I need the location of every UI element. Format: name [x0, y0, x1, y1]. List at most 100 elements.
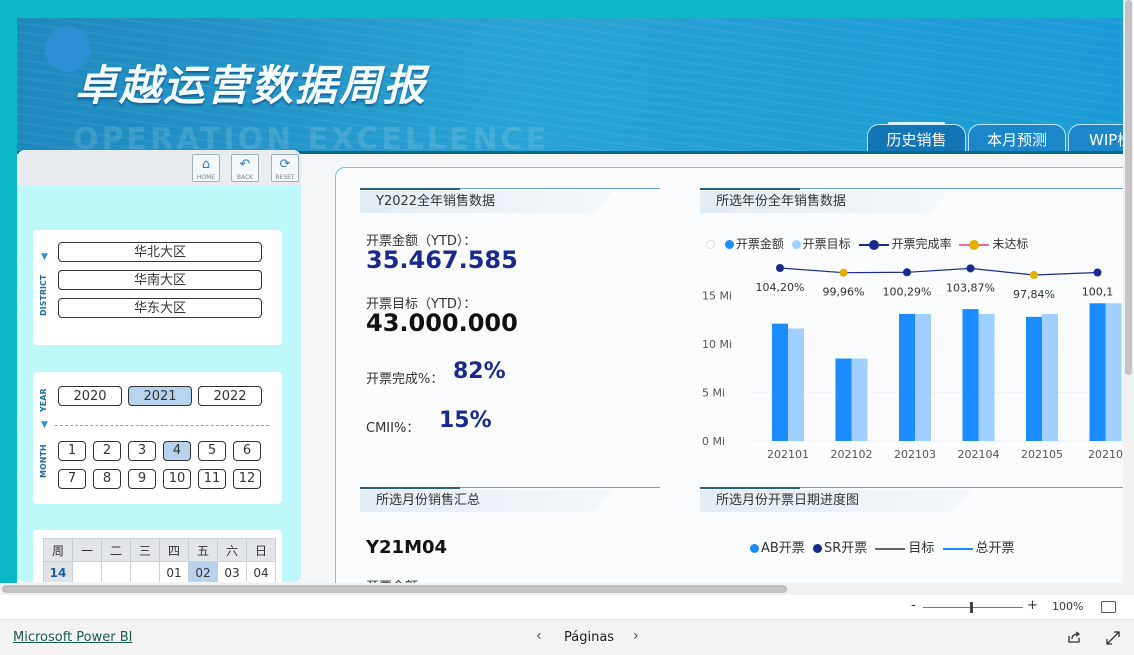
horizontal-scrollbar[interactable] [0, 583, 1134, 595]
legend-item[interactable] [706, 237, 717, 251]
district-option[interactable]: 华南大区 [58, 270, 262, 290]
annual-chart-legend: 开票金额 开票目标 开票完成率 未达标 [706, 235, 1032, 252]
zoom-slider-track[interactable] [923, 607, 1023, 608]
bar-invoice [899, 313, 915, 441]
below-target-marker [1030, 270, 1038, 279]
legend-swatch [875, 547, 906, 550]
month-option[interactable]: 5 [198, 441, 226, 461]
target-ytd-value: 43.000.000 [366, 309, 518, 337]
month-option[interactable]: 2 [93, 441, 121, 461]
header-rule [460, 188, 660, 189]
vertical-scroll-thumb[interactable] [1125, 0, 1132, 375]
completion-rate-label: 103,87% [946, 281, 995, 294]
calendar-week-row: 14 01 02 03 04 [43, 561, 276, 582]
month-option[interactable]: 3 [128, 441, 156, 461]
bar-invoice [1026, 316, 1042, 441]
completion-rate-label: 104,20% [756, 281, 805, 294]
calendar-day[interactable] [101, 561, 131, 582]
legend-item[interactable]: 开票完成率 [858, 235, 952, 252]
month-option[interactable]: 11 [198, 469, 226, 489]
zoom-in-button[interactable]: + [1027, 598, 1038, 613]
legend-label: 目标 [908, 541, 935, 556]
ytd-section-header: Y2022全年销售数据 [360, 188, 662, 213]
legend-label: AB开票 [761, 541, 805, 556]
y-tick-label: 5 Mi [702, 387, 725, 400]
back-label: BACK [236, 174, 254, 181]
header-accent-bar [700, 188, 800, 190]
district-option[interactable]: 华东大区 [58, 298, 262, 318]
year-label: YEAR [39, 388, 48, 412]
month-option[interactable]: 6 [233, 441, 261, 461]
next-page-icon[interactable]: › [633, 628, 639, 644]
y-tick-label: 0 Mi [702, 435, 725, 448]
month-option[interactable]: 1 [58, 441, 86, 461]
vertical-scrollbar[interactable] [1123, 0, 1134, 583]
month-option[interactable]: 8 [93, 469, 121, 489]
month-label: MONTH [39, 444, 48, 478]
zoom-level: 100% [1052, 600, 1084, 613]
legend-item[interactable]: 未达标 [959, 235, 1028, 252]
tab-label: 历史销售 [886, 131, 947, 149]
filter-panel: ⌂ HOME ↶ BACK ⟳ RESET ▼ DISTRICT 华北大区 华南… [17, 150, 301, 582]
tab-history-sales[interactable]: 历史销售 [867, 122, 966, 153]
x-tick-label: 202105 [1021, 448, 1063, 461]
share-icon[interactable] [1067, 631, 1081, 644]
legend-item[interactable]: AB开票 [750, 537, 805, 556]
previous-page-icon[interactable]: ‹ [536, 628, 542, 644]
calendar-header: 周 [43, 538, 73, 562]
year-option[interactable]: 2022 [198, 386, 262, 406]
filter-nav-bar: ⌂ HOME ↶ BACK ⟳ RESET [17, 150, 301, 186]
completion-rate-point [1093, 268, 1102, 277]
legend-item[interactable]: 总开票 [942, 537, 1015, 556]
x-tick-label: 20210 [1088, 448, 1123, 461]
cmii-label: CMII%： [366, 421, 420, 436]
back-button[interactable]: ↶ BACK [231, 154, 259, 182]
horizontal-scroll-thumb[interactable] [2, 585, 787, 593]
calendar-day[interactable]: 03 [217, 561, 247, 582]
calendar-day[interactable] [130, 561, 160, 582]
legend-label: 开票金额 [735, 237, 784, 251]
reset-button[interactable]: ⟳ RESET [271, 154, 299, 182]
year-option-selected[interactable]: 2021 [128, 386, 192, 406]
district-option[interactable]: 华北大区 [58, 242, 262, 262]
legend-item[interactable]: SR开票 [812, 537, 867, 556]
header-rule [800, 188, 1130, 189]
legend-item[interactable]: 开票目标 [791, 235, 851, 252]
header-rule [800, 487, 1130, 488]
month-option[interactable]: 10 [163, 469, 191, 489]
month-option[interactable]: 7 [58, 469, 86, 489]
legend-item[interactable]: 目标 [875, 537, 934, 556]
calendar-day[interactable] [72, 561, 102, 582]
completion-rate-point [903, 268, 911, 277]
month-option[interactable]: 12 [233, 469, 261, 489]
calendar-header: 六 [217, 538, 247, 562]
progress-chart-legend: AB开票 SR开票 目标 总开票 [750, 537, 1019, 556]
cmii-value: 15% [439, 408, 492, 433]
annual-chart-header: 所选年份全年销售数据 [700, 188, 1130, 213]
calendar-day-selected[interactable]: 02 [188, 561, 218, 582]
x-tick-label: 202101 [767, 448, 809, 461]
header-accent-bar [360, 188, 460, 190]
bar-target [978, 313, 995, 441]
month-option[interactable]: 9 [128, 469, 156, 489]
filter-divider [55, 425, 269, 426]
fullscreen-icon[interactable] [1106, 631, 1120, 645]
legend-swatch [750, 544, 759, 553]
home-button[interactable]: ⌂ HOME [192, 154, 220, 182]
tab-month-forecast[interactable]: 本月预测 [968, 124, 1066, 153]
x-tick-label: 202103 [894, 448, 936, 461]
calendar-table: 周 一 二 三 四 五 六 日 14 01 02 03 04 [43, 538, 276, 582]
fit-to-page-icon[interactable] [1101, 601, 1116, 613]
pages-label[interactable]: Páginas [564, 630, 614, 645]
powerbi-link[interactable]: Microsoft Power BI [13, 630, 132, 645]
completion-rate-line [779, 267, 1098, 276]
month-option-selected[interactable]: 4 [163, 441, 191, 461]
legend-swatch [959, 239, 990, 250]
zoom-slider-handle[interactable] [970, 602, 973, 613]
calendar-day[interactable]: 04 [246, 561, 276, 582]
year-option[interactable]: 2020 [58, 386, 122, 406]
legend-item[interactable]: 开票金额 [724, 235, 784, 252]
calendar-day[interactable]: 01 [159, 561, 189, 582]
zoom-out-button[interactable]: - [911, 598, 916, 613]
legend-swatch [724, 240, 734, 249]
